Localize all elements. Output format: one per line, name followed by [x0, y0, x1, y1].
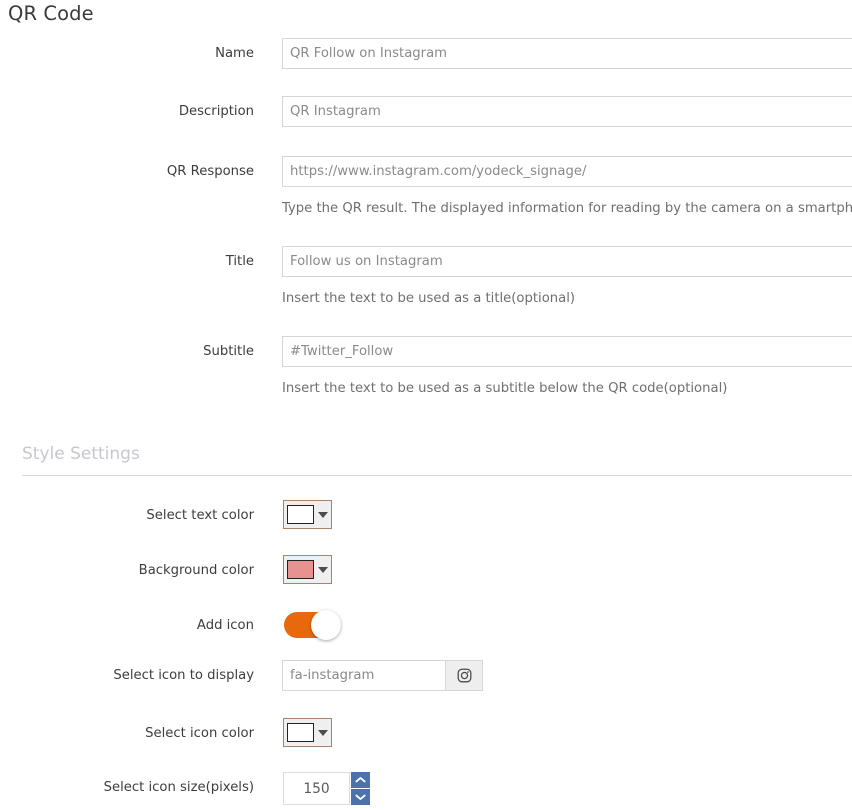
icon-to-display-group [282, 660, 483, 691]
chevron-down-icon [318, 511, 328, 518]
icon-size-spinner [283, 772, 370, 805]
instagram-icon [457, 668, 471, 683]
name-input[interactable] [282, 38, 852, 69]
page-title: QR Code [8, 2, 94, 25]
title-label: Title [225, 254, 254, 269]
title-help-text: Insert the text to be used as a title(op… [282, 291, 576, 306]
text-color-swatch [287, 505, 314, 524]
text-color-picker[interactable] [283, 500, 332, 529]
icon-size-decrement-button[interactable] [351, 789, 370, 805]
text-color-label: Select text color [146, 508, 254, 523]
icon-color-label: Select icon color [145, 726, 254, 741]
name-label: Name [215, 46, 254, 61]
icon-to-display-label: Select icon to display [113, 668, 254, 683]
subtitle-label: Subtitle [203, 344, 254, 359]
background-color-picker[interactable] [283, 555, 332, 584]
qr-response-help-text: Type the QR result. The displayed inform… [282, 201, 852, 216]
qr-response-input[interactable] [282, 156, 852, 187]
background-color-swatch [287, 560, 314, 579]
icon-color-swatch [287, 723, 314, 742]
qr-code-form-page: QR Code Name Description QR Response Typ… [0, 0, 852, 810]
title-input[interactable] [282, 246, 852, 277]
icon-color-picker[interactable] [283, 718, 332, 747]
icon-size-increment-button[interactable] [351, 772, 370, 788]
description-label: Description [178, 104, 254, 119]
subtitle-input[interactable] [282, 336, 852, 367]
chevron-up-icon [355, 777, 366, 783]
instagram-icon-button[interactable] [445, 660, 483, 691]
icon-size-label: Select icon size(pixels) [103, 780, 254, 795]
icon-size-input[interactable] [283, 772, 350, 805]
qr-response-label: QR Response [166, 164, 254, 179]
description-input[interactable] [282, 96, 852, 127]
subtitle-help-text: Insert the text to be used as a subtitle… [282, 381, 728, 396]
add-icon-toggle[interactable] [284, 610, 341, 640]
chevron-down-icon [318, 729, 328, 736]
icon-to-display-input[interactable] [282, 660, 445, 691]
toggle-knob [311, 610, 341, 640]
style-settings-heading: Style Settings [22, 444, 140, 464]
chevron-down-icon [318, 566, 328, 573]
style-settings-divider [22, 475, 852, 476]
add-icon-label: Add icon [196, 618, 254, 633]
icon-size-spinner-buttons [351, 772, 370, 805]
chevron-down-icon [355, 794, 366, 800]
background-color-label: Background color [138, 563, 254, 578]
